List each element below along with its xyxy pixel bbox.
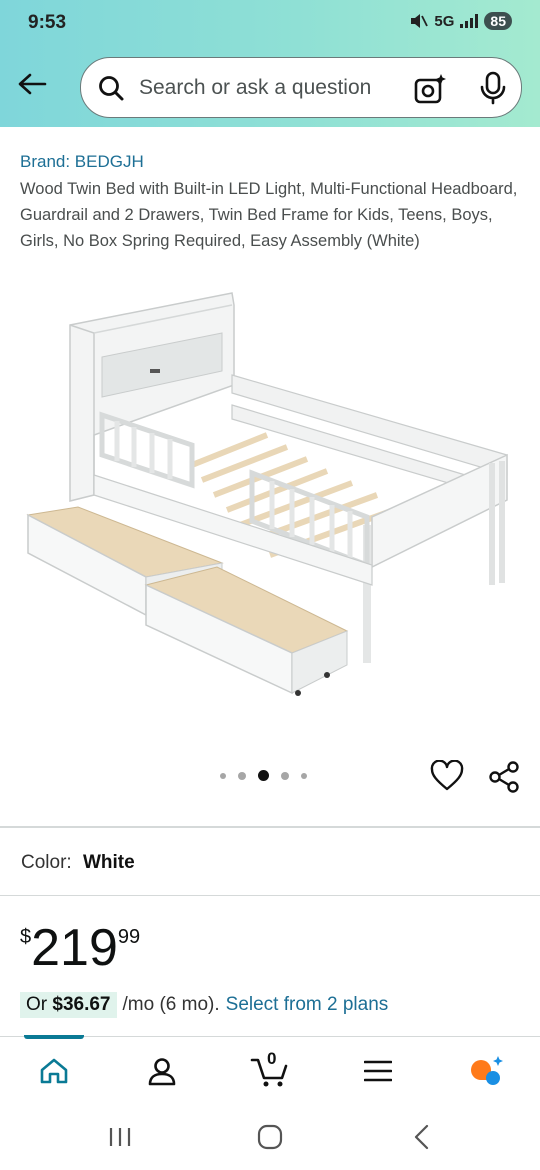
color-selector[interactable]: Color: White <box>21 852 135 874</box>
product-image[interactable] <box>22 285 522 705</box>
plan-amount: $36.67 <box>52 994 111 1015</box>
nav-rufus[interactable] <box>466 1051 506 1091</box>
search-input[interactable] <box>139 75 394 100</box>
divider <box>0 826 540 828</box>
recent-apps-icon[interactable] <box>105 1122 135 1152</box>
color-label: Color: <box>21 852 72 873</box>
camera-search-icon[interactable] <box>413 72 447 106</box>
plan-prefix: Or <box>26 994 48 1015</box>
plan-badge: Or $36.67 <box>20 992 117 1018</box>
price: $ 219 99 <box>20 918 140 978</box>
price-whole: 219 <box>31 919 118 977</box>
search-bar[interactable] <box>80 57 522 118</box>
system-nav-bar <box>0 1102 540 1170</box>
nav-menu[interactable] <box>358 1051 398 1091</box>
color-value: White <box>82 852 135 873</box>
carousel-dot[interactable] <box>238 771 246 780</box>
battery-badge: 85 <box>484 12 512 30</box>
carousel-dot[interactable] <box>281 771 289 780</box>
account-icon <box>148 1058 176 1086</box>
home-button-icon[interactable] <box>255 1122 285 1152</box>
carousel-dot[interactable] <box>220 772 226 779</box>
share-icon[interactable] <box>487 760 521 794</box>
microphone-icon[interactable] <box>479 71 507 105</box>
cart-count: 0 <box>267 1049 277 1068</box>
home-icon <box>40 1058 68 1084</box>
search-icon <box>99 75 124 100</box>
price-fraction: 99 <box>117 926 141 948</box>
divider <box>0 895 540 896</box>
back-nav-icon[interactable] <box>408 1122 438 1152</box>
nav-active-indicator <box>24 1035 84 1039</box>
installment-plan: Or $36.67 /mo (6 mo). Select from 2 plan… <box>20 992 388 1018</box>
back-button[interactable] <box>14 66 50 102</box>
image-carousel-dots[interactable] <box>220 770 307 781</box>
rufus-icon <box>471 1056 503 1085</box>
brand-link[interactable]: Brand: BEDGJH <box>20 152 144 172</box>
nav-home[interactable] <box>34 1051 74 1091</box>
status-time: 9:53 <box>28 12 67 33</box>
carousel-dot-active[interactable] <box>258 770 269 781</box>
carousel-dot[interactable] <box>301 772 307 779</box>
menu-icon <box>364 1060 392 1082</box>
heart-icon[interactable] <box>430 760 464 792</box>
status-indicators: 5G 85 <box>410 12 512 30</box>
mute-icon <box>411 14 429 28</box>
price-currency: $ <box>20 926 32 948</box>
header: 9:53 5G 85 <box>0 0 540 127</box>
select-plans-link[interactable]: Select from 2 plans <box>226 994 389 1016</box>
bottom-nav: 0 <box>0 1035 540 1102</box>
nav-cart[interactable]: 0 <box>248 1049 292 1091</box>
status-bar: 9:53 5G 85 <box>0 0 540 48</box>
plan-term: /mo (6 mo). <box>122 994 220 1015</box>
product-title: Wood Twin Bed with Built-in LED Light, M… <box>20 180 518 250</box>
arrow-left-icon <box>18 73 47 95</box>
network-label: 5G <box>434 12 455 30</box>
nav-account[interactable] <box>142 1051 182 1091</box>
signal-icon <box>460 14 479 28</box>
